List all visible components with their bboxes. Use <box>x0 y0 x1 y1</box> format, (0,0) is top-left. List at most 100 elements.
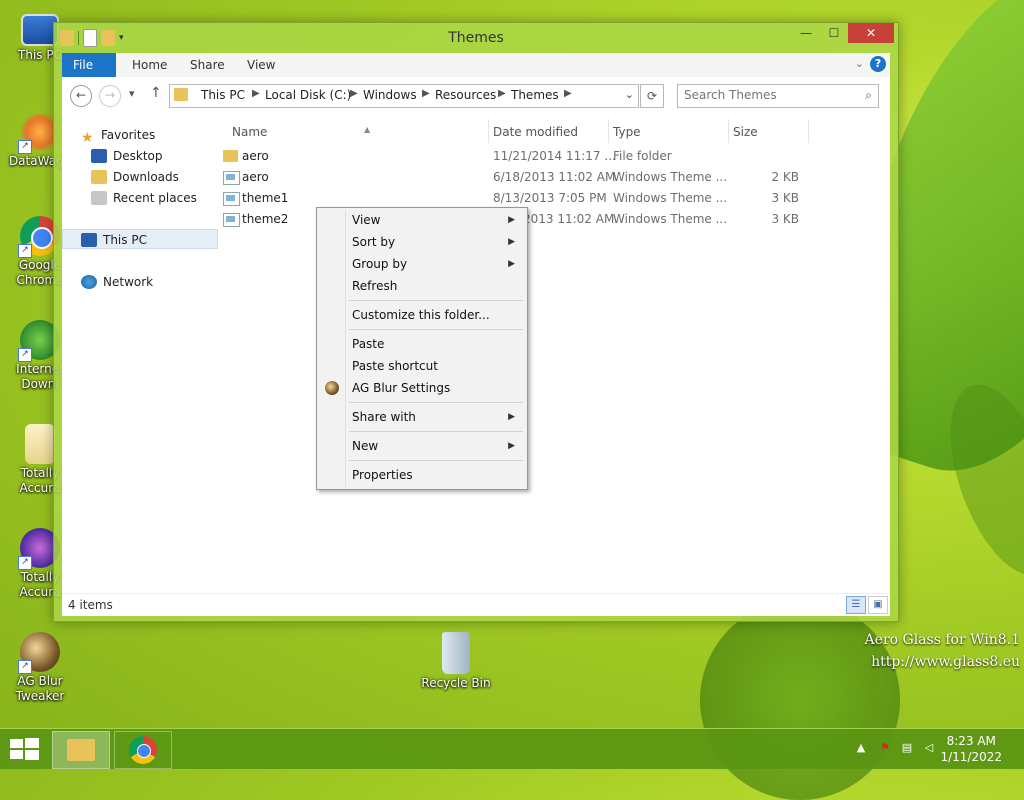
refresh-button[interactable]: ⟳ <box>640 84 664 108</box>
breadcrumb-separator-icon[interactable]: ▶ <box>564 88 572 99</box>
large-icons-view-icon[interactable]: ▣ <box>868 596 888 614</box>
address-dropdown-chevron-icon[interactable]: ⌄ <box>625 88 634 101</box>
breadcrumb-local-disk[interactable]: Local Disk (C:) <box>265 88 351 102</box>
breadcrumb-windows[interactable]: Windows <box>363 88 417 102</box>
file-size: 3 KB <box>771 212 799 226</box>
menu-item-group-by[interactable]: Group by ▶ <box>319 253 525 275</box>
search-input[interactable] <box>678 85 860 105</box>
menu-item-sort-by[interactable]: Sort by ▶ <box>319 231 525 253</box>
status-bar: 4 items ☰ ▣ <box>62 593 890 616</box>
breadcrumb-separator-icon[interactable]: ▶ <box>422 88 430 99</box>
menu-item-new[interactable]: New ▶ <box>319 435 525 457</box>
column-header-size[interactable]: Size <box>733 121 758 143</box>
menu-item-label: Customize this folder... <box>352 308 490 322</box>
recent-locations-chevron-icon[interactable]: ▾ <box>129 87 135 100</box>
watermark-title: Aero Glass for Win8.1 <box>864 632 1020 648</box>
shortcut-arrow-icon: ↗ <box>18 140 32 154</box>
column-divider[interactable] <box>488 119 489 143</box>
title-bar[interactable]: ▾ Themes — ☐ ✕ <box>54 23 898 53</box>
menu-item-properties[interactable]: Properties <box>319 464 525 486</box>
column-header-date-modified[interactable]: Date modified <box>493 121 578 143</box>
ag-blur-icon: ↗ <box>18 632 60 674</box>
breadcrumb-separator-icon[interactable]: ▶ <box>498 88 506 99</box>
details-view-icon[interactable]: ☰ <box>846 596 866 614</box>
nav-downloads[interactable]: Downloads <box>91 167 179 187</box>
breadcrumb[interactable]: This PC ▶ Local Disk (C:) ▶ Windows ▶ Re… <box>169 84 639 108</box>
ag-blur-icon <box>325 381 339 395</box>
menu-item-paste[interactable]: Paste <box>319 333 525 355</box>
breadcrumb-themes[interactable]: Themes <box>511 88 559 102</box>
close-button[interactable]: ✕ <box>848 23 894 43</box>
tab-view[interactable]: View <box>235 53 287 77</box>
nav-label: Downloads <box>113 170 179 184</box>
maximize-button[interactable]: ☐ <box>820 23 848 43</box>
search-icon[interactable]: ⌕ <box>865 88 872 103</box>
item-count: 4 items <box>68 598 113 612</box>
help-icon[interactable]: ? <box>870 56 886 72</box>
breadcrumb-this-pc[interactable]: This PC <box>201 88 245 102</box>
action-center-flag-icon[interactable]: ⚑ <box>878 741 892 755</box>
column-divider[interactable] <box>728 119 729 143</box>
menu-item-label: Refresh <box>352 279 398 293</box>
menu-item-refresh[interactable]: Refresh <box>319 275 525 297</box>
network-tray-icon[interactable]: ▤ <box>900 741 914 755</box>
menu-item-ag-blur-settings[interactable]: AG Blur Settings <box>319 377 525 399</box>
table-row[interactable]: aero 11/21/2014 11:17 ... File folder <box>223 146 872 167</box>
tab-home[interactable]: Home <box>120 53 179 77</box>
search-box[interactable]: ⌕ <box>677 84 879 108</box>
menu-item-customize-folder[interactable]: Customize this folder... <box>319 304 525 326</box>
taskbar-file-explorer[interactable] <box>52 731 110 769</box>
desktop-icon-ag-blur-tweaker[interactable]: ↗ AG Blur Tweaker <box>0 632 80 704</box>
menu-item-view[interactable]: View ▶ <box>319 209 525 231</box>
column-header-type[interactable]: Type <box>613 121 641 143</box>
nav-recent-places[interactable]: Recent places <box>91 188 197 208</box>
expand-ribbon-chevron-icon[interactable]: ⌄ <box>855 57 864 70</box>
navigation-pane: ★ Favorites Desktop Downloads Recent plac… <box>62 115 220 593</box>
breadcrumb-separator-icon[interactable]: ▶ <box>350 88 358 99</box>
breadcrumb-separator-icon[interactable]: ▶ <box>252 88 260 99</box>
menu-item-label: Group by <box>352 257 408 271</box>
breadcrumb-resources[interactable]: Resources <box>435 88 496 102</box>
clock[interactable]: 8:23 AM 1/11/2022 <box>940 733 1002 765</box>
star-icon: ★ <box>81 130 94 146</box>
tab-share[interactable]: Share <box>178 53 237 77</box>
volume-muted-icon[interactable]: ◁ <box>922 741 936 755</box>
windows-logo-pane <box>10 750 23 759</box>
show-hidden-icons-chevron-icon[interactable]: ▲ <box>854 741 868 755</box>
file-type: Windows Theme ... <box>613 170 728 184</box>
submenu-arrow-icon: ▶ <box>508 412 515 422</box>
menu-separator <box>349 300 523 301</box>
windows-logo-pane <box>25 738 39 748</box>
menu-item-paste-shortcut[interactable]: Paste shortcut <box>319 355 525 377</box>
desktop-icon-recycle-bin[interactable]: Recycle Bin <box>416 632 496 691</box>
column-header-name[interactable]: Name ▲ <box>232 121 370 143</box>
tab-file[interactable]: File <box>62 53 116 77</box>
back-button[interactable]: ← <box>70 85 92 107</box>
forward-button[interactable]: → <box>99 85 121 107</box>
menu-item-share-with[interactable]: Share with ▶ <box>319 406 525 428</box>
column-divider[interactable] <box>608 119 609 143</box>
file-date: 8/13/2013 7:05 PM <box>493 191 607 205</box>
nav-favorites[interactable]: ★ Favorites <box>81 125 155 146</box>
nav-this-pc[interactable]: This PC <box>62 229 218 249</box>
network-icon <box>81 275 97 289</box>
clock-time: 8:23 AM <box>946 734 996 748</box>
minimize-button[interactable]: — <box>792 23 820 43</box>
nav-desktop[interactable]: Desktop <box>91 146 163 166</box>
up-button[interactable]: ↑ <box>150 85 162 101</box>
column-divider[interactable] <box>808 119 809 143</box>
address-toolbar: ← → ▾ ↑ This PC ▶ Local Disk (C:) ▶ Wind… <box>62 77 890 115</box>
folder-icon <box>174 88 188 101</box>
menu-separator <box>349 402 523 403</box>
start-button[interactable] <box>8 737 40 761</box>
table-row[interactable]: aero 6/18/2013 11:02 AM Windows Theme ..… <box>223 167 872 188</box>
submenu-arrow-icon: ▶ <box>508 259 515 269</box>
taskbar-google-chrome[interactable] <box>114 731 172 769</box>
sort-ascending-icon: ▲ <box>364 125 371 134</box>
file-name: aero <box>242 170 269 184</box>
theme-file-icon <box>223 192 240 206</box>
nav-network[interactable]: Network <box>81 272 153 292</box>
table-row[interactable]: theme1 8/13/2013 7:05 PM Windows Theme .… <box>223 188 872 209</box>
menu-item-label: AG Blur Settings <box>352 381 451 395</box>
desktop-icon-label: AG Blur Tweaker <box>15 674 65 703</box>
